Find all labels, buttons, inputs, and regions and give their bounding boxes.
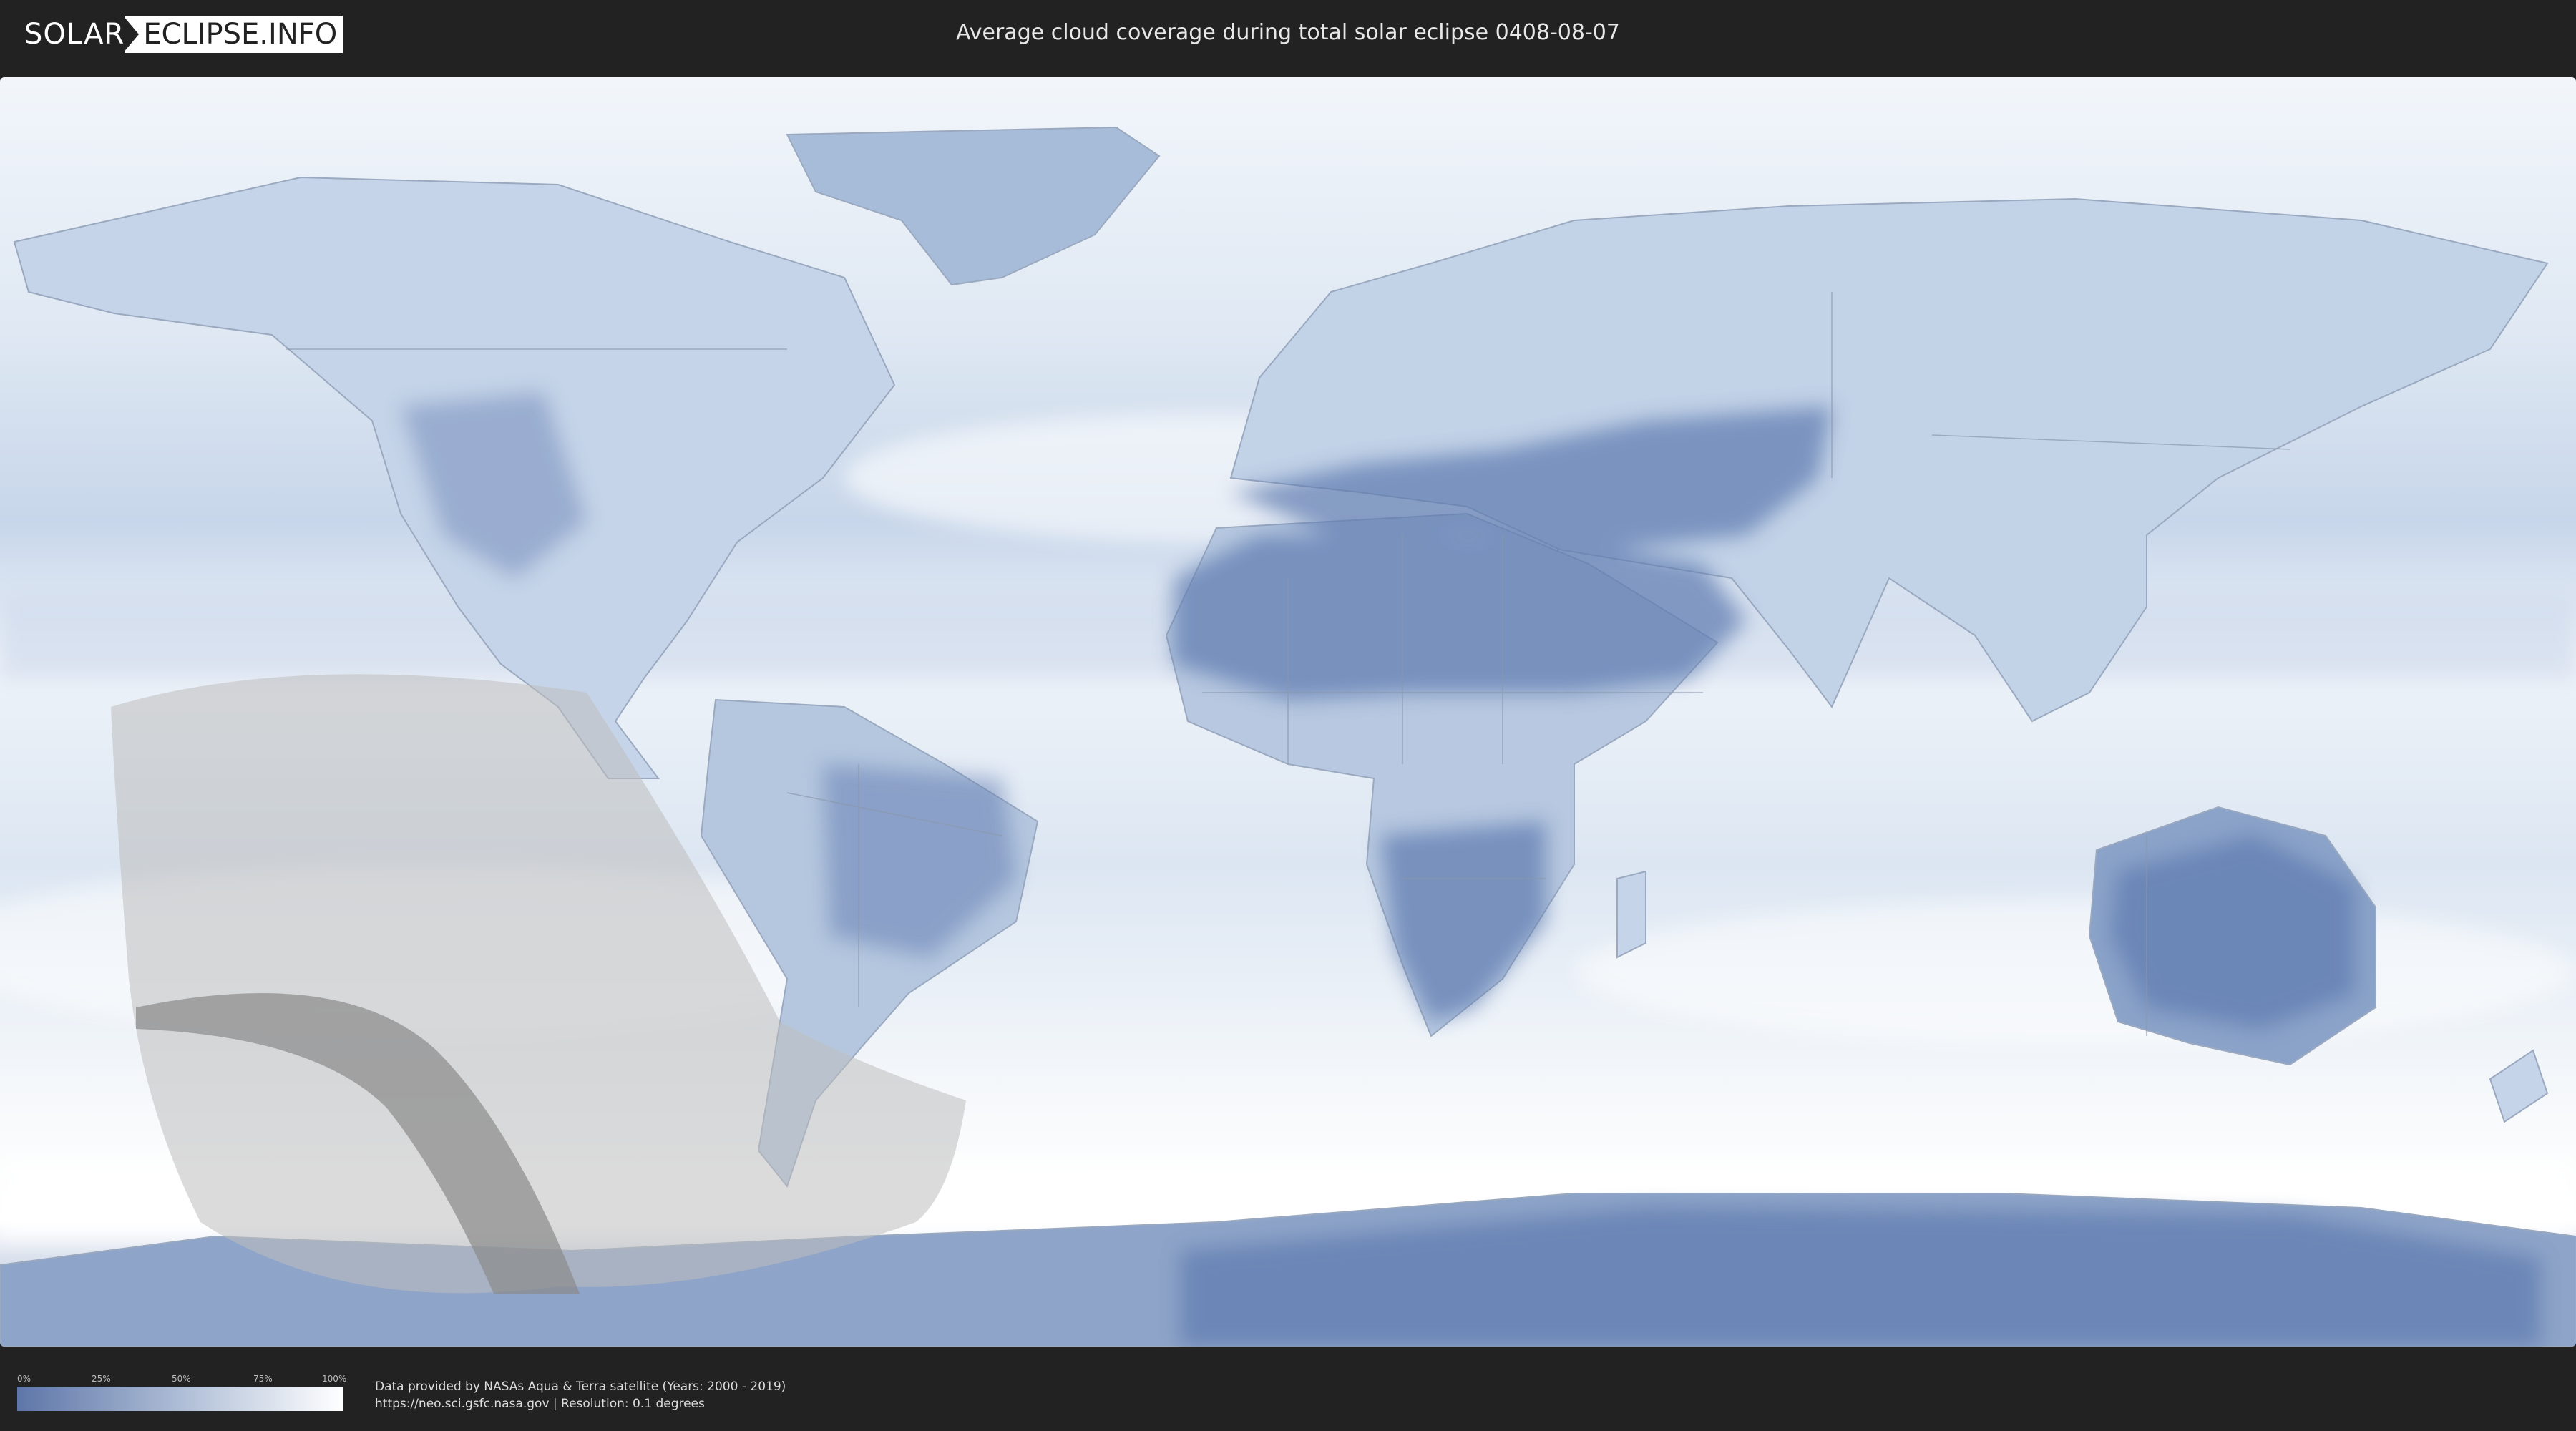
- legend-gradient-bar: [17, 1387, 343, 1411]
- madagascar-landmass: [1616, 870, 1646, 959]
- credits-line-source: Data provided by NASAs Aqua & Terra sate…: [375, 1379, 786, 1394]
- legend-tick-0: 0%: [17, 1374, 31, 1384]
- page-title: Average cloud coverage during total sola…: [956, 20, 1620, 45]
- credits-line-url[interactable]: https://neo.sci.gsfc.nasa.gov | Resoluti…: [375, 1395, 786, 1412]
- legend-tick-75: 75%: [253, 1374, 273, 1384]
- legend-tick-100: 100%: [322, 1374, 347, 1384]
- legend-ticks: 0% 25% 50% 75% 100%: [17, 1374, 347, 1385]
- top-bar: SOLAR ECLIPSE.INFO Average cloud coverag…: [0, 0, 2576, 74]
- cloud-coverage-map[interactable]: [0, 77, 2576, 1347]
- cloud-coverage-legend: 0% 25% 50% 75% 100%: [17, 1374, 347, 1411]
- legend-tick-50: 50%: [172, 1374, 191, 1384]
- data-credits: Data provided by NASAs Aqua & Terra sate…: [375, 1378, 786, 1412]
- legend-tick-25: 25%: [92, 1374, 111, 1384]
- world-map-svg: [0, 77, 2576, 1347]
- sahara-arabia-clear-region: [1174, 535, 1746, 700]
